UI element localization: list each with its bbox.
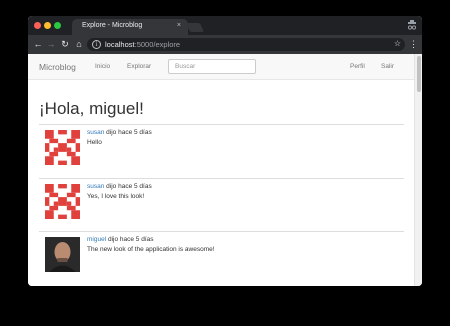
- post-author-link[interactable]: susan: [87, 183, 104, 190]
- post-body: Yes, I love this look!: [87, 193, 145, 200]
- photo-avatar[interactable]: [45, 237, 80, 272]
- tab-strip: Explore - Microblog ×: [28, 16, 422, 35]
- page-viewport: Microblog Inicio Explorar Perfil Salir ¡…: [28, 54, 422, 286]
- address-bar[interactable]: i localhost:5000/explore ☆: [87, 38, 405, 51]
- post-timestamp: dijo hace 5 días: [104, 183, 152, 190]
- bookmark-star-icon[interactable]: ☆: [394, 39, 401, 48]
- browser-menu-icon[interactable]: ⋮: [409, 38, 418, 50]
- scrollbar-thumb[interactable]: [417, 56, 421, 92]
- post-meta: susan dijo hace 5 días: [87, 183, 152, 190]
- tab-close-icon[interactable]: ×: [177, 22, 181, 29]
- reload-icon[interactable]: ↻: [59, 38, 71, 50]
- nav-link-inicio[interactable]: Inicio: [95, 63, 110, 70]
- new-tab-button[interactable]: [185, 23, 205, 32]
- close-window-button[interactable]: [34, 22, 41, 29]
- site-navbar: Microblog Inicio Explorar Perfil Salir: [28, 54, 414, 80]
- forward-arrow-icon[interactable]: →: [45, 38, 57, 50]
- site-info-icon[interactable]: i: [92, 40, 101, 49]
- post-author-link[interactable]: miguel: [87, 236, 106, 243]
- page-scrollbar[interactable]: [414, 54, 422, 286]
- post-body: The new look of the application is aweso…: [87, 246, 215, 253]
- brand-link[interactable]: Microblog: [39, 62, 76, 72]
- search-input[interactable]: [168, 59, 256, 74]
- post-author-link[interactable]: susan: [87, 129, 104, 136]
- identicon-avatar[interactable]: [45, 130, 80, 165]
- minimize-window-button[interactable]: [44, 22, 51, 29]
- nav-link-explorar[interactable]: Explorar: [127, 63, 151, 70]
- list-item: miguel dijo hace 5 días The new look of …: [39, 231, 404, 286]
- browser-window: Explore - Microblog × ← → ↻ ⌂ i localhos…: [28, 16, 422, 286]
- incognito-icon: [407, 20, 417, 30]
- post-timestamp: dijo hace 5 días: [104, 129, 152, 136]
- tab-explore[interactable]: Explore - Microblog ×: [72, 19, 188, 35]
- post-body: Hello: [87, 139, 102, 146]
- home-icon[interactable]: ⌂: [73, 38, 85, 50]
- post-timestamp: dijo hace 5 días: [106, 236, 154, 243]
- list-item: susan dijo hace 5 días Yes, I love this …: [39, 178, 404, 231]
- post-meta: susan dijo hace 5 días: [87, 129, 152, 136]
- tab-title: Explore - Microblog: [82, 22, 143, 29]
- url-host: localhost: [105, 40, 135, 49]
- browser-toolbar: ← → ↻ ⌂ i localhost:5000/explore ☆ ⋮: [28, 35, 422, 54]
- url-path: :5000/explore: [134, 40, 181, 49]
- post-meta: miguel dijo hace 5 días: [87, 236, 154, 243]
- maximize-window-button[interactable]: [54, 22, 61, 29]
- nav-link-salir[interactable]: Salir: [381, 63, 394, 70]
- list-item: susan dijo hace 5 días Hello: [39, 124, 404, 178]
- page-title: ¡Hola, miguel!: [39, 99, 144, 118]
- url-text: localhost:5000/explore: [105, 40, 180, 49]
- nav-link-perfil[interactable]: Perfil: [350, 63, 365, 70]
- back-arrow-icon[interactable]: ←: [32, 38, 44, 50]
- identicon-avatar[interactable]: [45, 184, 80, 219]
